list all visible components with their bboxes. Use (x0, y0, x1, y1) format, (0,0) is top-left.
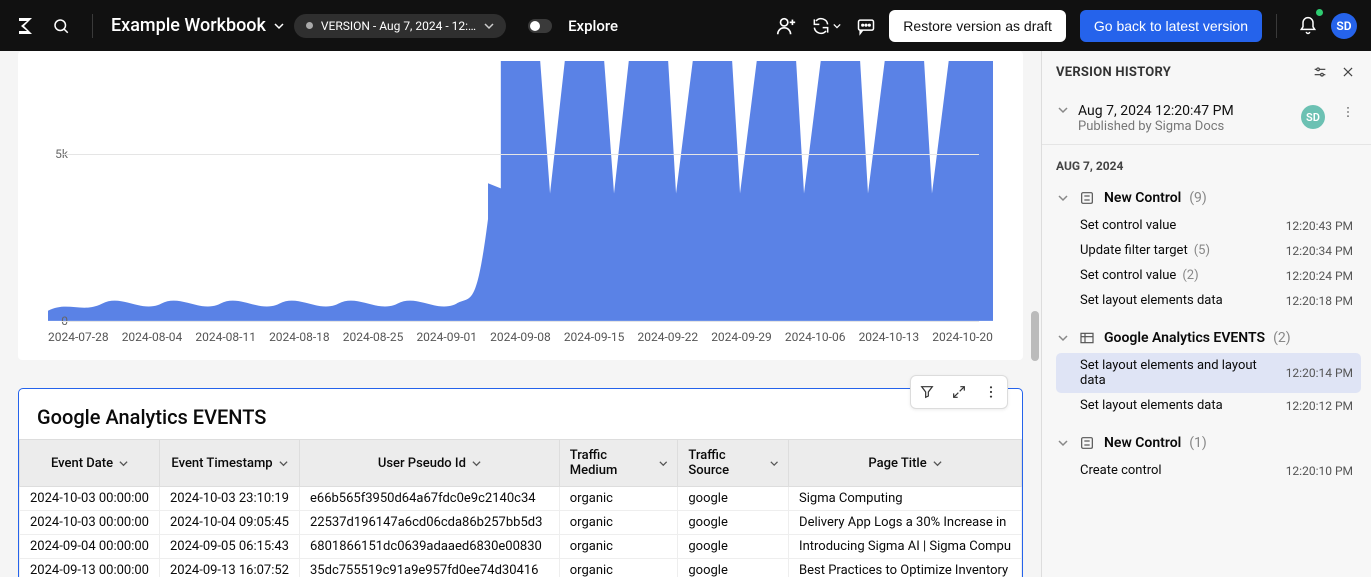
table-row[interactable]: 2024-09-04 00:00:002024-09-05 06:15:4368… (20, 535, 1022, 559)
user-avatar[interactable]: SD (1331, 13, 1357, 39)
x-tick: 2024-08-25 (343, 330, 404, 344)
version-history-panel: VERSION HISTORY Aug 7, 2024 12:20:47 PM … (1041, 51, 1371, 577)
version-label: VERSION - Aug 7, 2024 - 12:… (321, 19, 476, 33)
chart-card: 5k 0 2024-07-282024-08-042024-08-112024-… (18, 51, 1023, 360)
filter-icon[interactable] (911, 376, 943, 408)
chevron-down-icon (274, 21, 284, 31)
history-entry[interactable]: Set layout elements and layout data12:20… (1056, 353, 1361, 393)
workbook-canvas: 5k 0 2024-07-282024-08-042024-08-112024-… (0, 51, 1041, 577)
chevron-down-icon (770, 459, 778, 468)
author-avatar: SD (1301, 105, 1325, 129)
divider (92, 14, 93, 38)
chevron-down-icon (1056, 331, 1070, 345)
history-entry[interactable]: Create control12:20:10 PM (1056, 458, 1361, 483)
workbook-title: Example Workbook (111, 15, 266, 36)
more-icon[interactable] (1339, 103, 1357, 121)
comment-icon[interactable] (849, 9, 883, 43)
x-tick: 2024-10-20 (932, 330, 993, 344)
restore-version-button[interactable]: Restore version as draft (889, 10, 1066, 42)
app-header: Example Workbook VERSION - Aug 7, 2024 -… (0, 0, 1371, 51)
history-group-header[interactable]: New Control (1) (1056, 428, 1361, 458)
published-timestamp: Aug 7, 2024 12:20:47 PM (1078, 103, 1293, 119)
x-tick: 2024-10-13 (859, 330, 920, 344)
x-tick: 2024-07-28 (48, 330, 109, 344)
table-row[interactable]: 2024-10-03 00:00:002024-10-04 09:05:4522… (20, 511, 1022, 535)
area-chart[interactable]: 5k 0 (48, 61, 993, 326)
notifications-icon[interactable] (1291, 9, 1325, 43)
x-axis-labels: 2024-07-28 2024-08-04 2024-08-11 2024-08-18… (48, 330, 993, 344)
table-row[interactable]: 2024-09-13 00:00:002024-09-13 16:07:5235… (20, 559, 1022, 577)
x-tick: 2024-09-08 (490, 330, 551, 344)
close-icon[interactable] (1339, 63, 1357, 81)
go-back-latest-button[interactable]: Go back to latest version (1080, 10, 1262, 42)
divider (1276, 14, 1277, 38)
chevron-down-icon (833, 22, 841, 30)
explore-label: Explore (568, 17, 618, 35)
table-card-selected[interactable]: Google Analytics EVENTS Event DateEvent … (18, 388, 1023, 577)
add-user-icon[interactable] (769, 9, 803, 43)
version-history-body: Aug 7, 2024 12:20:47 PM Published by Sig… (1042, 93, 1371, 577)
x-tick: 2024-08-04 (122, 330, 183, 344)
chevron-down-icon (484, 21, 494, 31)
control-icon (1078, 434, 1096, 452)
status-dot-icon (306, 22, 313, 29)
table-row[interactable]: 2024-10-03 00:00:002024-10-03 23:10:19e6… (20, 487, 1022, 511)
refresh-icon[interactable] (809, 9, 843, 43)
column-header[interactable]: Page Title (789, 440, 1022, 487)
sigma-logo-icon[interactable] (14, 14, 38, 38)
scrollbar[interactable] (1031, 311, 1039, 361)
x-tick: 2024-08-11 (195, 330, 256, 344)
history-entry[interactable]: Set layout elements data12:20:12 PM (1056, 393, 1361, 418)
table-icon (1078, 329, 1096, 347)
x-tick: 2024-08-18 (269, 330, 330, 344)
panel-title: VERSION HISTORY (1056, 65, 1171, 80)
expand-icon[interactable] (943, 376, 975, 408)
history-group-header[interactable]: Google Analytics EVENTS (2) (1056, 323, 1361, 353)
chevron-down-icon (119, 459, 128, 468)
chevron-down-icon (1056, 191, 1070, 205)
chevron-down-icon (1056, 103, 1070, 117)
published-version-row[interactable]: Aug 7, 2024 12:20:47 PM Published by Sig… (1042, 93, 1371, 145)
chevron-down-icon (279, 459, 288, 468)
x-tick: 2024-10-06 (785, 330, 846, 344)
control-icon (1078, 189, 1096, 207)
history-entry[interactable]: Update filter target(5)12:20:34 PM (1056, 238, 1361, 263)
workbook-title-dropdown[interactable]: Example Workbook (107, 15, 288, 36)
history-group-header[interactable]: New Control (9) (1056, 183, 1361, 213)
history-entry[interactable]: Set control value(2)12:20:24 PM (1056, 263, 1361, 288)
x-tick: 2024-09-15 (564, 330, 625, 344)
table-title: Google Analytics EVENTS (19, 389, 1022, 439)
chevron-down-icon (1056, 436, 1070, 450)
published-by: Published by Sigma Docs (1078, 119, 1293, 134)
column-header[interactable]: Event Timestamp (160, 440, 300, 487)
column-header[interactable]: Traffic Medium (559, 440, 678, 487)
explore-toggle[interactable] (528, 19, 552, 33)
column-header[interactable]: Traffic Source (678, 440, 789, 487)
history-entry[interactable]: Set layout elements data12:20:18 PM (1056, 288, 1361, 313)
version-pill[interactable]: VERSION - Aug 7, 2024 - 12:… (294, 14, 506, 38)
chevron-down-icon (472, 459, 481, 468)
column-header[interactable]: User Pseudo Id (300, 440, 560, 487)
x-tick: 2024-09-22 (638, 330, 699, 344)
x-tick: 2024-09-29 (711, 330, 772, 344)
date-header: AUG 7, 2024 (1042, 145, 1371, 181)
data-table: Event DateEvent TimestampUser Pseudo IdT… (19, 439, 1022, 577)
x-tick: 2024-09-01 (416, 330, 477, 344)
chevron-down-icon (933, 459, 942, 468)
element-toolbar (910, 375, 1008, 409)
column-header[interactable]: Event Date (20, 440, 160, 487)
chevron-down-icon (659, 459, 668, 468)
history-entry[interactable]: Set control value12:20:43 PM (1056, 213, 1361, 238)
more-icon[interactable] (975, 376, 1007, 408)
search-icon[interactable] (44, 9, 78, 43)
filter-settings-icon[interactable] (1311, 63, 1329, 81)
